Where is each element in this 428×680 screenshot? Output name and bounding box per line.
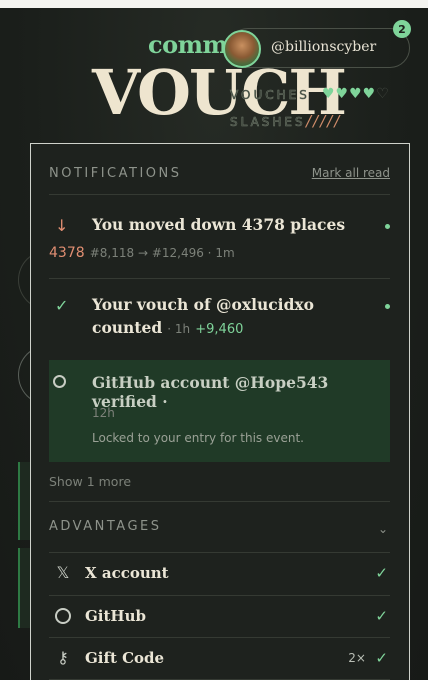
notification-item-github[interactable]: GitHub account @Hope543 verified · 12h L… [49,360,390,462]
check-icon: ✓ [55,296,69,315]
advantage-row-github[interactable]: GitHub ✓ [49,596,390,638]
key-icon: ⚷ [57,648,69,667]
slash-marks: ///// [306,112,342,130]
advantage-row-gift-code[interactable]: ⚷ Gift Code 2× ✓ [49,638,390,680]
notification-time: 12h [92,406,115,420]
rank-change-detail: #8,118 → #12,496 · 1m [89,246,235,260]
mark-all-read-link[interactable]: Mark all read [312,166,390,180]
notification-title: You moved down 4378 places [92,215,346,234]
divider [49,194,390,195]
points-gained: +9,460 [195,322,244,337]
divider [49,501,390,502]
heart-empty-icon: ♡ [376,86,390,102]
notification-title-line2: counted [92,318,163,337]
divider [49,278,390,279]
show-more-button[interactable]: Show 1 more [49,474,131,489]
multiplier-badge: 2× [348,651,366,665]
advantage-row-x-account[interactable]: 𝕏 X account ✓ [49,553,390,595]
rank-delta: 4378 [49,245,85,261]
brand-logo[interactable]: comm [148,30,228,59]
notification-count-badge[interactable]: 2 [393,20,411,38]
check-icon: ✓ [375,649,388,667]
top-edge [0,0,428,8]
notification-title: Your vouch of @oxlucidxo [92,295,314,314]
advantage-label: Gift Code [85,649,165,667]
notification-item[interactable]: ✓ Your vouch of @oxlucidxo counted · 1h … [49,292,390,350]
x-logo-icon: 𝕏 [56,563,70,582]
github-icon [53,606,73,628]
github-icon [53,375,66,388]
notification-time: · 1h [167,322,191,336]
notification-title: GitHub account @Hope543 verified · [92,373,329,411]
username: @billionscyber [271,39,377,55]
notifications-panel: NOTIFICATIONS Mark all read ↓ You moved … [30,143,410,680]
notification-item[interactable]: ↓ You moved down 4378 places 4378 #8,118… [49,212,390,272]
notification-description: Locked to your entry for this event. [92,431,304,445]
background-card-edge [18,462,30,540]
advantages-heading[interactable]: ADVANTAGES [49,519,162,534]
background-card-edge [18,548,30,628]
arrow-down-icon: ↓ [55,216,69,235]
chevron-down-icon[interactable]: ⌄ [378,522,388,536]
unread-dot [385,304,390,309]
heart-filled-icon: ♥♥♥♥ [322,86,377,102]
advantage-label: GitHub [85,607,147,625]
advantage-label: X account [85,564,169,582]
check-icon: ✓ [375,607,388,625]
vouches-hearts: ♥♥♥♥♡ [322,86,390,102]
vouches-label: VOUCHES [230,88,310,103]
slashes-label: SLASHES [230,115,306,130]
notifications-heading: NOTIFICATIONS [49,166,182,181]
unread-dot [385,224,390,229]
check-icon: ✓ [375,564,388,582]
